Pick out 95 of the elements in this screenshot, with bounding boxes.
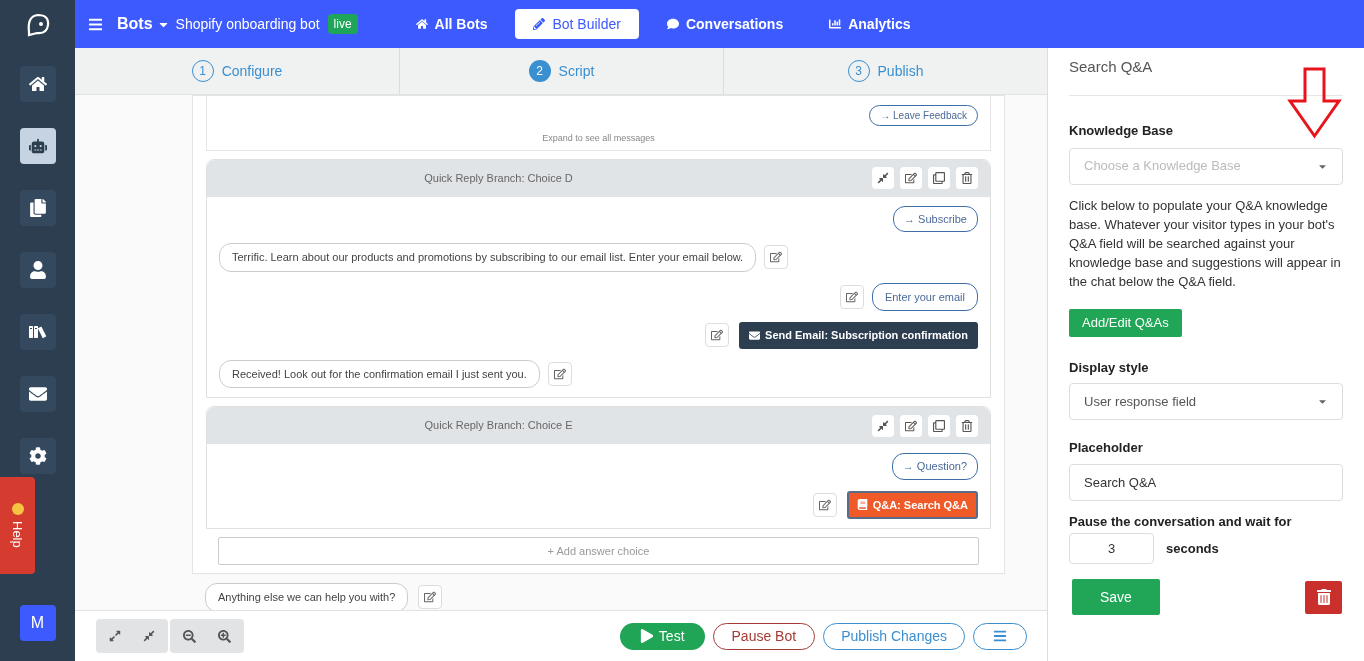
seconds-input[interactable]: 3: [1069, 533, 1154, 564]
edit-icon: [905, 419, 917, 432]
book-icon: [856, 499, 868, 511]
branch-title: Quick Reply Branch: Choice D: [423, 170, 574, 186]
help-text: Click below to populate your Q&A knowledge base. Whatever your visitor types in your bot's Q&A field will be searched against your knowledge base and suggestions will appear in the chat below the Q&A field.: [1069, 196, 1342, 291]
bot-message-bubble: Anything else we can help you with?: [205, 583, 409, 612]
status-badge: live: [327, 14, 358, 34]
step-tab[interactable]: 2 Script: [399, 48, 723, 94]
email-input-bubble: Enter your email: [871, 282, 978, 311]
robot-icon: [28, 137, 47, 155]
seconds-label: seconds: [1166, 539, 1219, 558]
expand-hint[interactable]: Expand to see all messages: [542, 132, 655, 146]
edit-icon: [905, 172, 917, 184]
trash-icon: [1315, 589, 1332, 605]
sidebar-item[interactable]: [19, 190, 56, 226]
field-label: Placeholder: [1069, 439, 1144, 457]
sidebar-item[interactable]: [19, 314, 56, 350]
panel-title: Search Q&A: [1069, 58, 1153, 75]
copy-icon: [933, 172, 945, 184]
edit-icon: [711, 329, 724, 342]
wave-icon: [11, 503, 24, 516]
trash-icon: [961, 419, 973, 432]
edit-button[interactable]: [764, 245, 789, 270]
sidebar-item[interactable]: [19, 438, 56, 474]
test-button[interactable]: Test: [619, 622, 705, 650]
play-icon: [639, 629, 654, 643]
sidebar-item[interactable]: [19, 128, 56, 164]
edit-icon: [845, 290, 858, 303]
field-label: Display style: [1069, 358, 1150, 377]
add-edit-qas-button[interactable]: Add/Edit Q&As: [1069, 308, 1182, 337]
edit-icon: [818, 498, 831, 511]
send-email-action[interactable]: Send Email: Subscription confirmation: [739, 322, 978, 349]
edit-button[interactable]: [705, 323, 730, 348]
sidebar-item[interactable]: [19, 376, 56, 412]
step-tab[interactable]: 1 Configure: [75, 48, 399, 94]
branch-title: Quick Reply Branch: Choice E: [423, 418, 574, 434]
field-label: Knowledge Base: [1069, 122, 1175, 140]
delete-button[interactable]: [956, 167, 978, 189]
edit-icon: [424, 591, 437, 604]
bot-name: Shopify onboarding bot: [175, 14, 320, 34]
nav-tab[interactable]: All Bots: [397, 9, 506, 39]
pencil-icon: [533, 18, 546, 30]
menu-icon: [993, 629, 1007, 643]
edit-button[interactable]: [418, 585, 443, 610]
add-answer-button[interactable]: + Add answer choice: [218, 537, 979, 565]
home-icon: [28, 75, 47, 93]
collapse-button[interactable]: [872, 167, 894, 189]
envelope-icon: [749, 329, 761, 341]
down-arrow-icon: [1287, 67, 1342, 139]
display-style-select[interactable]: User response field: [1069, 383, 1343, 420]
nav-tab[interactable]: Bot Builder: [515, 9, 639, 39]
menu-icon[interactable]: [88, 16, 103, 32]
edit-button[interactable]: [900, 414, 922, 437]
delete-button[interactable]: [956, 414, 978, 437]
edit-button[interactable]: [547, 361, 572, 386]
placeholder-input[interactable]: Search Q&A: [1069, 463, 1343, 501]
bar-chart-icon: [829, 18, 842, 30]
qa-action[interactable]: Q&A: Search Q&A: [846, 490, 978, 519]
chat-icon: [666, 18, 679, 30]
edit-icon: [553, 367, 566, 380]
sidebar-item[interactable]: [19, 252, 56, 288]
edit-button[interactable]: [900, 167, 922, 189]
section-title: Bots: [117, 14, 153, 34]
bot-message-bubble: Received! Look out for the confirmation email I just sent you.: [219, 359, 540, 388]
mail-icon: [28, 385, 47, 403]
edit-icon: [770, 251, 783, 264]
home-icon: [415, 18, 428, 30]
copy-icon: [933, 419, 945, 432]
field-label: Pause the conversation and wait for: [1069, 512, 1293, 531]
help-tab[interactable]: Help: [0, 477, 35, 574]
collapse-button[interactable]: [872, 414, 894, 437]
nav-tab[interactable]: Conversations: [648, 9, 802, 39]
expand-icon[interactable]: [109, 630, 121, 642]
compress-icon: [877, 419, 889, 432]
quick-reply-bubble[interactable]: → Subscribe: [893, 205, 978, 232]
edit-button[interactable]: [812, 492, 837, 517]
pages-icon: [28, 199, 47, 217]
delete-button[interactable]: [1305, 580, 1342, 614]
user-avatar[interactable]: M: [19, 605, 56, 641]
zoom-out-icon[interactable]: [183, 629, 196, 643]
sidebar-item[interactable]: [19, 66, 56, 102]
zoom-in-icon[interactable]: [218, 629, 231, 643]
bot-message-bubble: Terrific. Learn about our products and promotions by subscribing to our email list. Enter your email below.: [219, 243, 757, 272]
person-icon: [28, 261, 47, 279]
compress-icon: [877, 172, 889, 184]
trash-icon: [961, 172, 973, 184]
copy-button[interactable]: [928, 414, 950, 437]
quick-reply-bubble[interactable]: → Question?: [891, 453, 978, 480]
books-icon: [28, 323, 47, 341]
settings-icon: [28, 447, 47, 465]
nav-tab[interactable]: Analytics: [811, 9, 929, 39]
copy-button[interactable]: [928, 167, 950, 189]
compress-icon[interactable]: [143, 630, 155, 642]
save-button[interactable]: Save: [1072, 579, 1160, 615]
edit-button[interactable]: [839, 284, 864, 309]
